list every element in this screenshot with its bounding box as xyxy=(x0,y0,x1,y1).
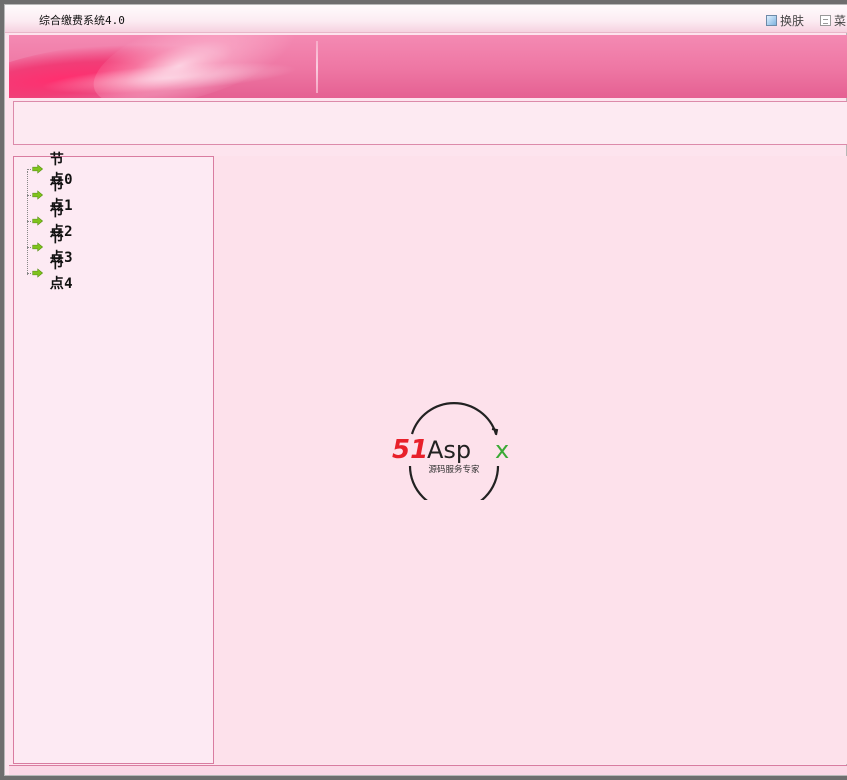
title-bar: 综合缴费系统4.0 换肤 菜 xyxy=(5,5,847,33)
green-arrow-icon xyxy=(32,268,44,278)
tree-branch xyxy=(27,194,32,196)
menu-button[interactable]: 菜 xyxy=(820,12,846,29)
skin-button[interactable]: 换肤 xyxy=(766,12,804,29)
brand-logo: 51 Asp x 源码服务专家 xyxy=(392,402,509,500)
main-content-area: 51 Asp x 源码服务专家 xyxy=(214,156,847,764)
toolbar-panel xyxy=(13,101,847,145)
tree-branch xyxy=(27,246,32,248)
header-banner xyxy=(9,35,847,98)
logo-ring-top xyxy=(410,402,498,435)
tree-node-label: 节点4 xyxy=(49,256,74,292)
logo-text-x: x xyxy=(495,436,509,464)
app-title: 综合缴费系统4.0 xyxy=(39,14,125,27)
green-arrow-icon xyxy=(32,216,44,226)
menu-button-label: 菜 xyxy=(834,14,847,28)
tree-branch xyxy=(27,220,32,222)
green-arrow-icon xyxy=(32,190,44,200)
menu-icon xyxy=(820,15,831,26)
skin-button-label: 换肤 xyxy=(780,14,805,28)
tree-branch xyxy=(27,272,32,274)
skin-icon xyxy=(766,15,777,26)
sidebar-tree-panel: 节点0 节点1 节点2 节点3 节点4 xyxy=(13,152,214,764)
green-arrow-icon xyxy=(32,164,44,174)
tree-node-4[interactable]: 节点4 xyxy=(27,256,74,292)
banner-divider xyxy=(316,41,318,93)
logo-text-asp: Asp xyxy=(427,436,471,464)
status-bar xyxy=(9,765,847,775)
app-window: 综合缴费系统4.0 换肤 菜 节点0 节点1 节点2 节点3 节点4 51 As… xyxy=(4,4,847,776)
logo-text-51: 51 xyxy=(392,435,428,465)
tree-branch xyxy=(27,168,32,170)
logo-tagline: 源码服务专家 xyxy=(428,464,480,475)
green-arrow-icon xyxy=(32,242,44,252)
